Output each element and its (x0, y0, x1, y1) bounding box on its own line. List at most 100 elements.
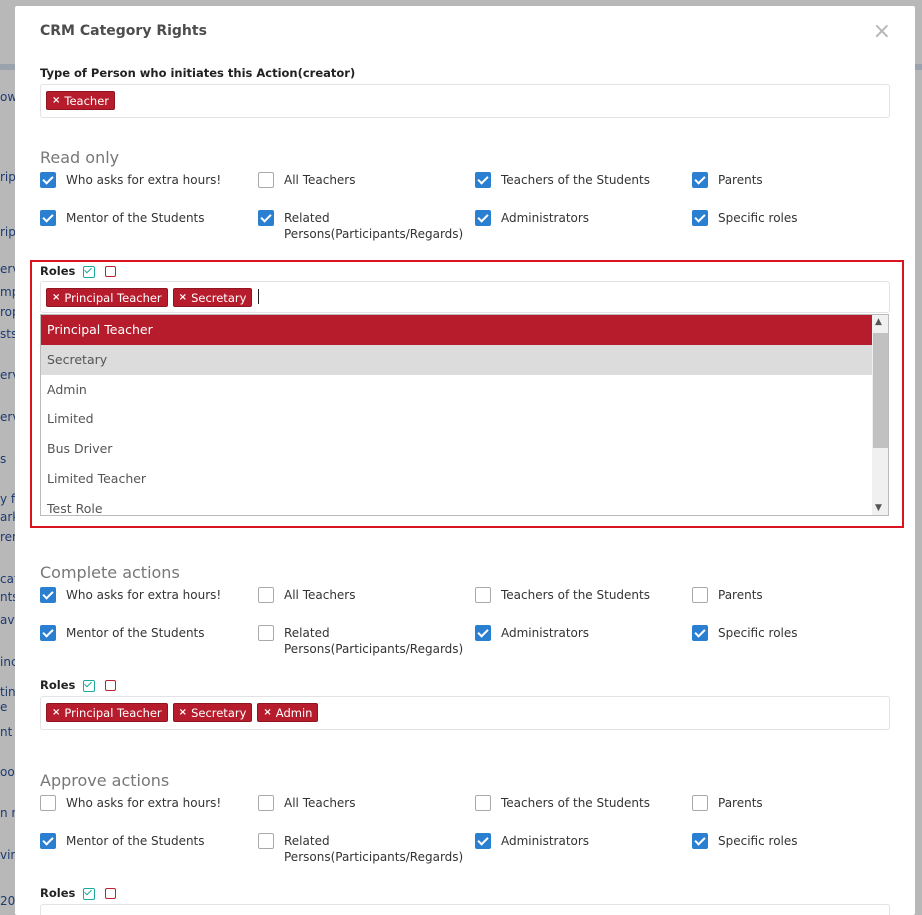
tag-label: Teacher (64, 93, 109, 108)
checkbox[interactable] (475, 625, 491, 641)
remove-tag-icon[interactable]: × (179, 707, 187, 718)
option-parents[interactable]: Parents (692, 795, 892, 811)
background-fragment: cat (0, 572, 16, 586)
option-teachers-of-the-students[interactable]: Teachers of the Students (475, 587, 675, 603)
roles-dropdown-list[interactable]: Principal Teacher Secretary Admin Limited Bu… (40, 314, 889, 516)
checkbox[interactable] (40, 833, 56, 849)
option-administrators[interactable]: Administrators (475, 210, 675, 226)
checkbox[interactable] (692, 587, 708, 603)
option-label: Who asks for extra hours! (66, 173, 222, 187)
background-fragment: ark (0, 510, 16, 524)
role-tag: × Secretary (172, 703, 253, 722)
roles-tag-input[interactable] (40, 904, 890, 915)
close-icon[interactable]: × (873, 21, 891, 43)
option-label: Mentor of the Students (66, 626, 205, 640)
checkbox[interactable] (692, 833, 708, 849)
deselect-all-icon[interactable] (105, 680, 117, 691)
checkbox[interactable] (258, 172, 274, 188)
checkbox[interactable] (40, 210, 56, 226)
checkbox[interactable] (40, 587, 56, 603)
checkbox[interactable] (692, 625, 708, 641)
checkbox[interactable] (475, 795, 491, 811)
background-fragment: ripi (0, 225, 16, 239)
checkbox[interactable] (692, 795, 708, 811)
background-fragment: s (0, 452, 7, 466)
option-all-teachers[interactable]: All Teachers (258, 172, 458, 188)
remove-tag-icon[interactable]: × (52, 707, 60, 718)
option-label: Related Persons(Participants/Regards) (284, 626, 464, 656)
checkbox[interactable] (258, 833, 274, 849)
background-fragment: sts (0, 327, 16, 341)
dropdown-option-limited-teacher[interactable]: Limited Teacher (41, 464, 888, 494)
scroll-up-icon[interactable]: ▲ (875, 317, 882, 327)
checkbox[interactable] (692, 172, 708, 188)
checkbox[interactable] (258, 210, 274, 226)
background-fragment: ropo (0, 305, 16, 319)
option-related-persons-participants-regards[interactable]: Related Persons(Participants/Regards) (258, 210, 463, 242)
dropdown-option-bus-driver[interactable]: Bus Driver (41, 434, 888, 464)
option-label: Administrators (501, 834, 590, 848)
dropdown-option-admin[interactable]: Admin (41, 375, 888, 405)
option-specific-roles[interactable]: Specific roles (692, 833, 892, 849)
checkbox[interactable] (258, 587, 274, 603)
checkbox[interactable] (475, 833, 491, 849)
option-who-asks-for-extra-hours[interactable]: Who asks for extra hours! (40, 587, 240, 603)
option-related-persons-participants-regards[interactable]: Related Persons(Participants/Regards) (258, 833, 463, 865)
background-fragment: ren (0, 530, 16, 544)
background-fragment: own (0, 90, 16, 104)
dropdown-option-limited[interactable]: Limited (41, 404, 888, 434)
option-specific-roles[interactable]: Specific roles (692, 625, 892, 641)
checkbox[interactable] (258, 625, 274, 641)
checkbox[interactable] (475, 587, 491, 603)
background-fragment: n re (0, 806, 16, 820)
roles-label: Roles (40, 886, 117, 900)
option-related-persons-participants-regards[interactable]: Related Persons(Participants/Regards) (258, 625, 464, 657)
background-fragment: mple (0, 285, 16, 299)
option-parents[interactable]: Parents (692, 172, 892, 188)
option-mentor-of-the-students[interactable]: Mentor of the Students (40, 210, 240, 226)
option-label: Mentor of the Students (66, 834, 205, 848)
roles-tag-input[interactable]: × Principal Teacher × Secretary × Admin (40, 696, 890, 730)
background-fragment: erv (0, 368, 16, 382)
checkbox[interactable] (692, 210, 708, 226)
crm-category-rights-modal: CRM Category Rights × Type of Person who… (15, 6, 915, 915)
background-fragment: ervic (0, 262, 16, 276)
option-label: Teachers of the Students (501, 588, 650, 602)
option-mentor-of-the-students[interactable]: Mentor of the Students (40, 833, 240, 849)
remove-tag-icon[interactable]: × (263, 707, 271, 718)
option-who-asks-for-extra-hours[interactable]: Who asks for extra hours! (40, 172, 240, 188)
select-all-icon[interactable] (83, 887, 96, 900)
background-fragment: avio (0, 613, 16, 627)
option-label: Parents (718, 173, 763, 187)
scroll-down-icon[interactable]: ▼ (875, 503, 882, 513)
background-fragment: nt (0, 725, 13, 739)
option-administrators[interactable]: Administrators (475, 833, 675, 849)
option-all-teachers[interactable]: All Teachers (258, 587, 458, 603)
background-fragment: ool (0, 765, 16, 779)
dropdown-option-test-role[interactable]: Test Role (41, 494, 888, 515)
checkbox[interactable] (40, 795, 56, 811)
option-administrators[interactable]: Administrators (475, 625, 675, 641)
roles-label-text: Roles (40, 886, 76, 900)
checkbox[interactable] (40, 625, 56, 641)
option-all-teachers[interactable]: All Teachers (258, 795, 458, 811)
checkbox[interactable] (40, 172, 56, 188)
option-label: Teachers of the Students (501, 796, 650, 810)
option-who-asks-for-extra-hours[interactable]: Who asks for extra hours! (40, 795, 240, 811)
checkbox[interactable] (475, 172, 491, 188)
option-parents[interactable]: Parents (692, 587, 892, 603)
option-specific-roles[interactable]: Specific roles (692, 210, 892, 226)
checkbox[interactable] (475, 210, 491, 226)
deselect-all-icon[interactable] (105, 888, 117, 899)
dropdown-scrollbar[interactable]: ▲ ▼ (872, 315, 888, 515)
scrollbar-thumb[interactable] (873, 333, 888, 448)
remove-tag-icon[interactable]: × (52, 95, 60, 106)
option-mentor-of-the-students[interactable]: Mentor of the Students (40, 625, 240, 641)
select-all-icon[interactable] (83, 679, 96, 692)
option-teachers-of-the-students[interactable]: Teachers of the Students (475, 172, 675, 188)
option-teachers-of-the-students[interactable]: Teachers of the Students (475, 795, 675, 811)
creator-tag-input[interactable]: × Teacher (40, 84, 890, 118)
dropdown-option-principal-teacher[interactable]: Principal Teacher (41, 315, 888, 345)
dropdown-option-secretary[interactable]: Secretary (41, 344, 888, 375)
checkbox[interactable] (258, 795, 274, 811)
